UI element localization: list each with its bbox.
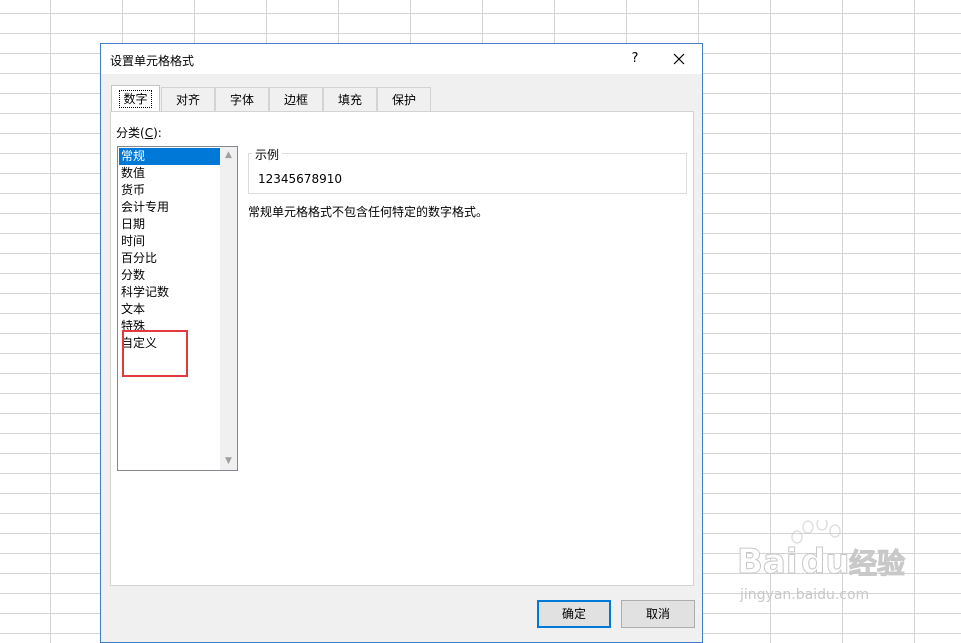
tab-protection[interactable]: 保护 [377,87,431,111]
tab-alignment[interactable]: 对齐 [161,87,215,111]
category-item-percentage[interactable]: 百分比 [119,250,220,267]
category-item-number[interactable]: 数值 [119,165,220,182]
help-button[interactable]: ? [625,50,645,68]
watermark-brand-left: Bai [737,542,798,582]
format-cells-dialog: 设置单元格格式 ? 数字 对齐 字体 边框 填充 保护 分类(C): 常规 数值… [100,43,703,643]
baidu-jingyan-watermark: Bai du 经验 jingyan.baidu.com [737,520,906,603]
close-icon [673,53,685,65]
tab-number[interactable]: 数字 [111,85,160,113]
category-listbox[interactable]: 常规 数值 货币 会计专用 日期 时间 百分比 分数 科学记数 文本 特殊 自定… [117,146,238,471]
scroll-down-icon[interactable]: ▼ [220,453,237,470]
tab-font[interactable]: 字体 [215,87,269,111]
category-item-scientific[interactable]: 科学记数 [119,284,220,301]
sample-legend: 示例 [252,146,283,163]
close-button[interactable] [666,48,692,70]
category-item-fraction[interactable]: 分数 [119,267,220,284]
tab-border[interactable]: 边框 [269,87,323,111]
dialog-titlebar: 设置单元格格式 ? [101,44,702,74]
category-item-accounting[interactable]: 会计专用 [119,199,220,216]
format-description: 常规单元格格式不包含任何特定的数字格式。 [248,205,489,219]
sample-group: 示例 12345678910 [248,146,687,194]
sample-value: 12345678910 [258,172,342,186]
highlight-annotation-box [122,330,188,377]
ok-button[interactable]: 确定 [537,600,611,628]
category-item-text[interactable]: 文本 [119,301,220,318]
watermark-brand-right: du [801,542,850,582]
watermark-suffix: 经验 [849,547,905,580]
watermark-url: jingyan.baidu.com [739,587,869,603]
cancel-button[interactable]: 取消 [621,600,695,628]
category-list: 常规 数值 货币 会计专用 日期 时间 百分比 分数 科学记数 文本 特殊 自定… [119,148,220,352]
category-scrollbar[interactable]: ▲ ▼ [220,147,237,470]
tab-fill[interactable]: 填充 [323,87,377,111]
category-item-time[interactable]: 时间 [119,233,220,250]
category-label: 分类(C): [116,126,162,140]
dialog-title: 设置单元格格式 [110,54,195,68]
category-item-currency[interactable]: 货币 [119,182,220,199]
category-item-date[interactable]: 日期 [119,216,220,233]
category-item-general[interactable]: 常规 [119,148,220,165]
scroll-up-icon[interactable]: ▲ [220,147,237,164]
